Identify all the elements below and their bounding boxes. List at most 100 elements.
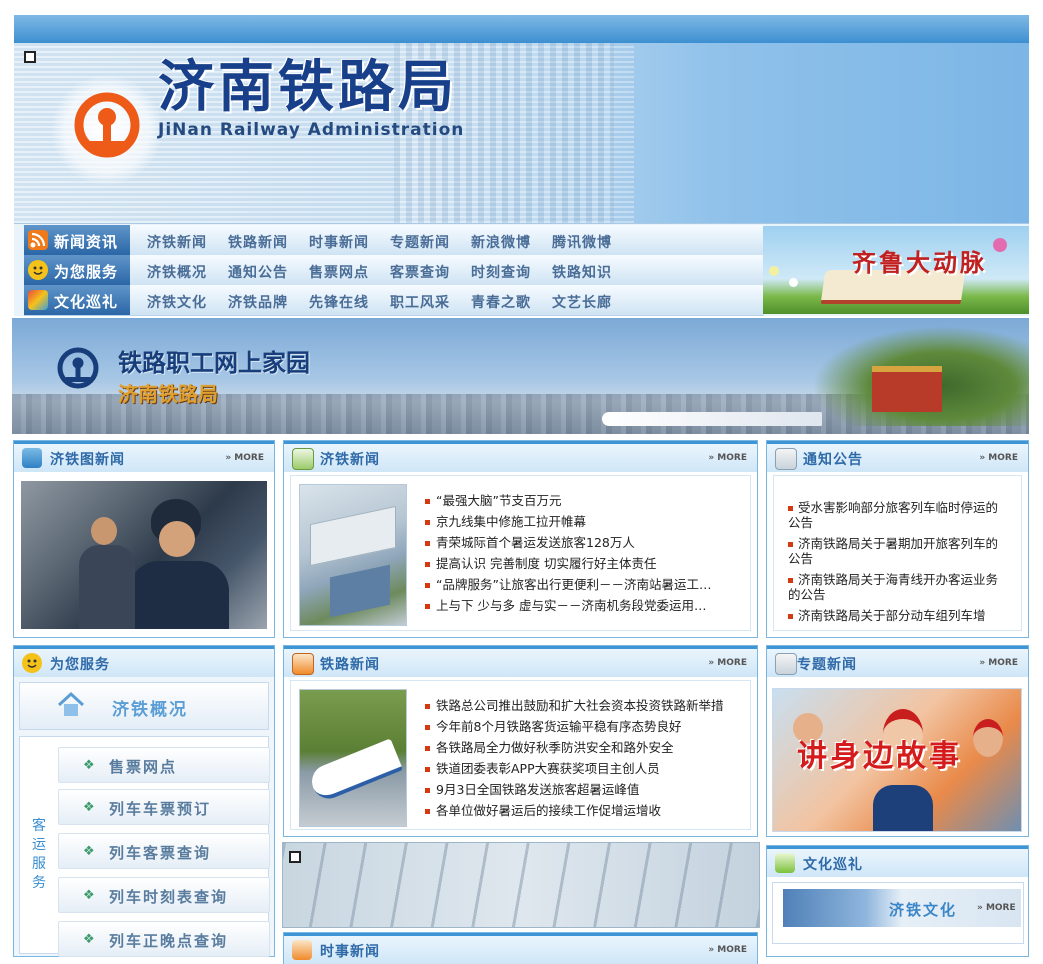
- list-item[interactable]: 提高认识 完善制度 切实履行好主体责任: [425, 553, 725, 574]
- railway-news-title: 铁路新闻: [320, 657, 380, 673]
- list-item[interactable]: 上与下 少与多 虚与实－－济南机务段党委运用…: [425, 595, 725, 616]
- notices-header: 通知公告 » MORE: [767, 441, 1028, 472]
- current-news-title: 时事新闻: [320, 944, 380, 960]
- photo-icon: [22, 448, 42, 468]
- home-banner-subtitle: 济南铁路局: [118, 382, 218, 406]
- diamond-icon: ❖: [83, 758, 95, 773]
- sprout-icon: [775, 853, 795, 873]
- nav-label-services: 为您服务: [24, 255, 130, 285]
- services-header: 为您服务: [14, 646, 274, 677]
- list-item[interactable]: 青荣城际首个暑运发送旅客128万人: [425, 532, 725, 553]
- rss-icon: [292, 940, 312, 960]
- diamond-icon: ❖: [83, 888, 95, 903]
- passenger-services-box: 客运服务 ❖ 售票网点 ❖ 列车车票预订 ❖ 列车客票查询 ❖ 列车时刻表查询 …: [19, 736, 270, 957]
- jitie-news-thumbnail[interactable]: [299, 484, 407, 626]
- railway-news-thumbnail[interactable]: [299, 689, 407, 827]
- nav-label-culture: 文化巡礼: [24, 285, 130, 315]
- diamond-icon: ❖: [83, 800, 95, 815]
- nav-link-special-news[interactable]: 专题新闻: [390, 232, 450, 252]
- top-bar: [14, 15, 1029, 43]
- nav-link-notices[interactable]: 通知公告: [228, 262, 288, 282]
- nav-link-pioneer-online[interactable]: 先锋在线: [309, 292, 369, 312]
- list-item[interactable]: 济南铁路局关于部分动车组列车增: [788, 608, 1000, 623]
- timetable-query-button[interactable]: ❖ 列车时刻表查询: [58, 877, 270, 913]
- site-subtitle: JiNan Railway Administration: [158, 120, 465, 140]
- special-news-title: 专题新闻: [797, 657, 857, 673]
- current-news-header: 时事新闻 » MORE: [284, 933, 757, 964]
- list-item[interactable]: 济南铁路局关于海青线开办客运业务的公告: [788, 572, 1000, 602]
- railway-news-more-link[interactable]: » MORE: [708, 658, 747, 668]
- railway-news-panel: 铁路新闻 » MORE 铁路总公司推出鼓励和扩大社会资本投资铁路新举措 今年前8…: [283, 645, 758, 837]
- ticket-booking-button[interactable]: ❖ 列车车票预订: [58, 789, 270, 825]
- rss-icon: [28, 230, 48, 250]
- nav-link-ticket-outlets[interactable]: 售票网点: [309, 262, 369, 282]
- list-item[interactable]: 9月3日全国铁路发送旅客超暑运峰值: [425, 779, 725, 800]
- jitie-news-more-link[interactable]: » MORE: [708, 453, 747, 463]
- photo-news-more-link[interactable]: » MORE: [225, 453, 264, 463]
- ticket-outlets-button[interactable]: ❖ 售票网点: [58, 747, 270, 783]
- special-news-more-link[interactable]: » MORE: [979, 658, 1018, 668]
- services-title: 为您服务: [50, 657, 110, 673]
- nav-link-current-news[interactable]: 时事新闻: [309, 232, 369, 252]
- ticket-query-button[interactable]: ❖ 列车客票查询: [58, 833, 270, 869]
- list-item[interactable]: 京九线集中修施工拉开帷幕: [425, 511, 725, 532]
- special-news-header: 专题新闻 » MORE: [767, 646, 1028, 677]
- jitie-news-panel: 济铁新闻 » MORE “最强大脑”节支百万元 京九线集中修施工拉开帷幕 青荣城…: [283, 440, 758, 638]
- special-news-banner[interactable]: 讲身边故事: [772, 688, 1022, 832]
- smiley-icon: [22, 653, 42, 673]
- photo-news-title: 济铁图新闻: [50, 452, 125, 468]
- nav-link-jitie-brand[interactable]: 济铁品牌: [228, 292, 288, 312]
- list-item[interactable]: 受水害影响部分旅客列车临时停运的公告: [788, 500, 1000, 530]
- nav-link-art-gallery[interactable]: 文艺长廊: [552, 292, 612, 312]
- diamond-icon: ❖: [83, 932, 95, 947]
- window-icon: [289, 851, 301, 863]
- jitie-culture-label: 济铁文化: [889, 901, 958, 919]
- nav-link-overview[interactable]: 济铁概况: [147, 262, 207, 282]
- culture-panel: 文化巡礼 济铁文化 » MORE: [766, 845, 1029, 957]
- home-banner-title: 铁路职工网上家园: [118, 349, 310, 377]
- list-item[interactable]: 各单位做好暑运后的接续工作促增运增收: [425, 800, 725, 821]
- nav-link-sina-weibo[interactable]: 新浪微博: [471, 232, 531, 252]
- railway-logo-small: [52, 344, 104, 396]
- qilu-artery-text: 齐鲁大动脉: [852, 249, 987, 277]
- rss-icon: [292, 653, 314, 675]
- fan-icon: [28, 290, 48, 310]
- list-item[interactable]: “品牌服务”让旅客出行更便利－－济南站暑运工…: [425, 574, 725, 595]
- home-icon: [56, 691, 86, 719]
- photo-news-image[interactable]: [21, 481, 267, 629]
- nav-link-jitie-culture[interactable]: 济铁文化: [147, 292, 207, 312]
- jitie-culture-link[interactable]: 济铁文化 » MORE: [783, 889, 1021, 927]
- list-item[interactable]: 铁路总公司推出鼓励和扩大社会资本投资铁路新举措: [425, 695, 725, 716]
- current-news-more-link[interactable]: » MORE: [708, 945, 747, 955]
- jitie-culture-more-link[interactable]: » MORE: [977, 903, 1016, 913]
- nav-link-railway-knowledge[interactable]: 铁路知识: [552, 262, 612, 282]
- smiley-icon: [28, 260, 48, 280]
- culture-header: 文化巡礼: [767, 846, 1028, 877]
- passenger-services-label: 客运服务: [32, 818, 46, 891]
- list-item[interactable]: “最强大脑”节支百万元: [425, 490, 725, 511]
- nav-link-jitie-news[interactable]: 济铁新闻: [147, 232, 207, 252]
- list-item[interactable]: 各铁路局全力做好秋季防洪安全和路外安全: [425, 737, 725, 758]
- overview-button[interactable]: 济铁概况: [19, 682, 269, 730]
- nav-link-staff-style[interactable]: 职工风采: [390, 292, 450, 312]
- document-icon: [292, 448, 314, 470]
- nav-link-railway-news[interactable]: 铁路新闻: [228, 232, 288, 252]
- list-item[interactable]: 济南铁路局关于暑期加开旅客列车的公告: [788, 536, 1000, 566]
- site-title: 济南铁路局: [158, 54, 458, 120]
- megaphone-icon: [775, 448, 797, 470]
- nav-link-timetable-query[interactable]: 时刻查询: [471, 262, 531, 282]
- photo-news-panel: 济铁图新闻 » MORE: [13, 440, 275, 638]
- railway-logo: [52, 75, 162, 185]
- nav-link-ticket-query[interactable]: 客票查询: [390, 262, 450, 282]
- notices-more-link[interactable]: » MORE: [979, 453, 1018, 463]
- punctuality-query-button[interactable]: ❖ 列车正晚点查询: [58, 921, 270, 957]
- notices-panel: 通知公告 » MORE 受水害影响部分旅客列车临时停运的公告 济南铁路局关于暑期…: [766, 440, 1029, 638]
- nav-link-tencent-weibo[interactable]: 腾讯微博: [552, 232, 612, 252]
- overview-label: 济铁概况: [112, 700, 188, 720]
- list-item[interactable]: 铁道团委表彰APP大赛获奖项目主创人员: [425, 758, 725, 779]
- nav-link-youth-song[interactable]: 青春之歌: [471, 292, 531, 312]
- list-item[interactable]: 今年前8个月铁路客货运输平稳有序态势良好: [425, 716, 725, 737]
- nav-row-culture: 文化巡礼 济铁文化 济铁品牌 先锋在线 职工风采 青春之歌 文艺长廊: [24, 285, 764, 316]
- railway-news-header: 铁路新闻 » MORE: [284, 646, 757, 677]
- window-icon: [24, 51, 36, 63]
